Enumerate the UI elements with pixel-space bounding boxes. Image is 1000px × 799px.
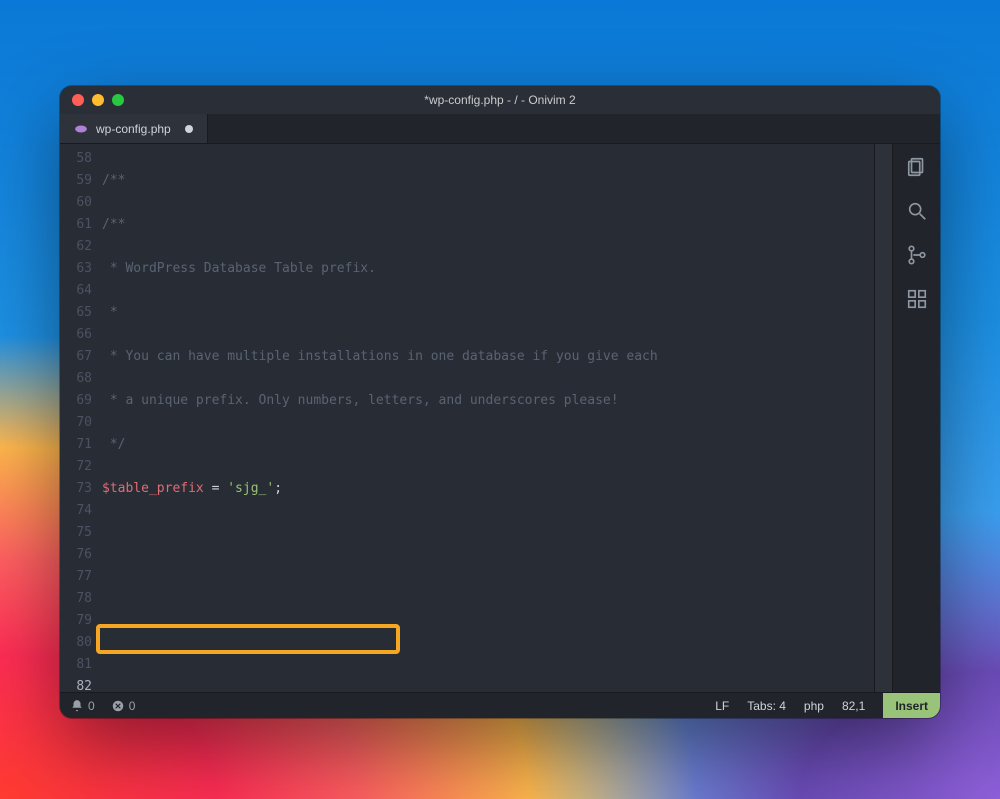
minimize-window-button[interactable] <box>92 94 104 106</box>
language-indicator[interactable]: php <box>804 699 824 713</box>
code-line: * <box>102 305 118 320</box>
code-line: * You can have multiple installations in… <box>102 349 658 364</box>
vertical-scrollbar[interactable] <box>862 144 874 692</box>
extensions-icon[interactable] <box>906 288 928 310</box>
editor-body: 5859606162636465666768697071727374757677… <box>60 144 940 692</box>
traffic-lights <box>72 94 124 106</box>
code-line: * WordPress Database Table prefix. <box>102 261 376 276</box>
code-line: */ <box>102 437 125 452</box>
editor-window: *wp-config.php - / - Onivim 2 wp-config.… <box>60 86 940 718</box>
errors-indicator[interactable]: 0 <box>111 699 136 713</box>
code-line <box>100 566 874 588</box>
tab-bar: wp-config.php <box>60 114 940 144</box>
tab-wp-config[interactable]: wp-config.php <box>60 114 208 143</box>
notifications-indicator[interactable]: 0 <box>70 699 95 713</box>
window-title: *wp-config.php - / - Onivim 2 <box>424 93 575 107</box>
error-icon <box>111 699 125 713</box>
activity-bar <box>892 144 940 692</box>
desktop-wallpaper: *wp-config.php - / - Onivim 2 wp-config.… <box>0 0 1000 799</box>
code-line: $table_prefix = 'sjg_'; <box>100 478 874 500</box>
code-line <box>100 654 874 676</box>
minimap[interactable] <box>874 144 892 692</box>
php-file-icon <box>74 122 88 136</box>
code-editor[interactable]: 5859606162636465666768697071727374757677… <box>60 144 892 692</box>
vim-mode-indicator: Insert <box>883 693 940 719</box>
source-control-icon[interactable] <box>906 244 928 266</box>
code-line: * a unique prefix. Only numbers, letters… <box>102 393 619 408</box>
close-window-button[interactable] <box>72 94 84 106</box>
tab-label: wp-config.php <box>96 122 171 136</box>
code-line: /** <box>102 173 125 188</box>
zoom-window-button[interactable] <box>112 94 124 106</box>
status-bar: 0 0 LF Tabs: 4 php 82,1 Insert <box>60 692 940 718</box>
code-line <box>100 522 874 544</box>
search-icon[interactable] <box>906 200 928 222</box>
code-area[interactable]: /** /** * WordPress Database Table prefi… <box>100 144 874 692</box>
code-line <box>100 610 874 632</box>
eol-indicator[interactable]: LF <box>715 699 729 713</box>
dirty-indicator-icon <box>185 125 193 133</box>
files-icon[interactable] <box>906 156 928 178</box>
line-number-gutter: 5859606162636465666768697071727374757677… <box>60 144 100 692</box>
bell-icon <box>70 699 84 713</box>
titlebar[interactable]: *wp-config.php - / - Onivim 2 <box>60 86 940 114</box>
indentation-indicator[interactable]: Tabs: 4 <box>747 699 786 713</box>
code-line: /** <box>102 217 125 232</box>
cursor-position[interactable]: 82,1 <box>842 699 865 713</box>
